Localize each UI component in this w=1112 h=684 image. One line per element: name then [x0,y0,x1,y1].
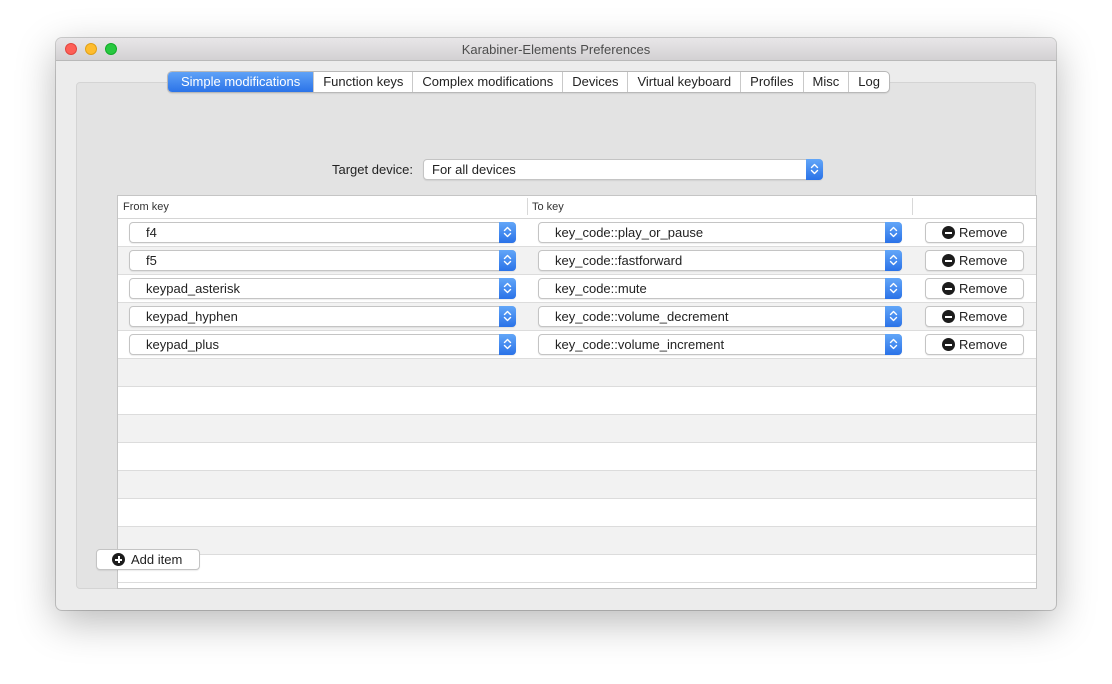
modifications-table: From key To key f4 key_code::play_or_paus… [117,195,1037,589]
from-key-select[interactable]: f5 [129,250,516,271]
tab-virtual-keyboard[interactable]: Virtual keyboard [627,72,740,92]
table-row: f4 key_code::play_or_pause Remove [118,219,1036,247]
chevron-up-down-icon [499,250,516,271]
column-divider [912,198,913,215]
table-row: keypad_asterisk key_code::mute Remove [118,275,1036,303]
tab-profiles[interactable]: Profiles [740,72,802,92]
title-bar: Karabiner-Elements Preferences [56,38,1056,61]
table-row: f5 key_code::fastforward Remove [118,247,1036,275]
from-key-select[interactable]: keypad_asterisk [129,278,516,299]
tab-function-keys[interactable]: Function keys [313,72,412,92]
remove-label: Remove [959,337,1008,352]
tab-simple-modifications[interactable]: Simple modifications [168,72,314,92]
target-device-label: Target device: [332,162,413,177]
remove-label: Remove [959,225,1008,240]
window-title: Karabiner-Elements Preferences [461,42,651,57]
tab-devices[interactable]: Devices [562,72,627,92]
chevron-up-down-icon [499,278,516,299]
plus-circle-icon [112,553,125,566]
remove-button[interactable]: Remove [925,306,1024,327]
from-key-value: keypad_plus [146,337,219,352]
chevron-up-down-icon [499,334,516,355]
empty-table-row [118,555,1036,583]
to-key-value: key_code::volume_increment [555,337,725,352]
to-key-select[interactable]: key_code::volume_decrement [538,306,902,327]
remove-button[interactable]: Remove [925,222,1024,243]
chevron-up-down-icon [499,306,516,327]
from-key-select[interactable]: keypad_plus [129,334,516,355]
empty-table-row [118,415,1036,443]
chevron-up-down-icon [885,306,902,327]
table-row: keypad_plus key_code::volume_increment Rem… [118,331,1036,359]
tab-content-panel: Target device: For all devices From key … [76,82,1037,589]
chevron-up-down-icon [885,334,902,355]
to-key-select[interactable]: key_code::mute [538,278,902,299]
tab-log[interactable]: Log [848,72,889,92]
from-key-select[interactable]: f4 [129,222,516,243]
minus-circle-icon [942,338,955,351]
chevron-up-down-icon [885,222,902,243]
remove-label: Remove [959,281,1008,296]
to-key-value: key_code::play_or_pause [555,225,704,240]
chevron-up-down-icon [806,159,823,180]
empty-table-row [118,471,1036,499]
table-row: keypad_hyphen key_code::volume_decrement R… [118,303,1036,331]
from-key-value: f5 [146,253,157,268]
remove-button[interactable]: Remove [925,334,1024,355]
target-device-value: For all devices [432,162,516,177]
column-divider [527,198,528,215]
tab-bar: Simple modifications Function keys Complex… [167,71,890,93]
empty-table-row [118,359,1036,387]
empty-table-row [118,499,1036,527]
from-key-value: keypad_hyphen [146,309,238,324]
to-key-select[interactable]: key_code::play_or_pause [538,222,902,243]
remove-button[interactable]: Remove [925,250,1024,271]
to-key-value: key_code::mute [555,281,647,296]
remove-label: Remove [959,309,1008,324]
chevron-up-down-icon [499,222,516,243]
chevron-up-down-icon [885,250,902,271]
minus-circle-icon [942,254,955,267]
preferences-window: Karabiner-Elements Preferences Target de… [56,38,1056,610]
add-item-button[interactable]: Add item [96,549,200,570]
remove-label: Remove [959,253,1008,268]
empty-table-row [118,387,1036,415]
chevron-up-down-icon [885,278,902,299]
tab-complex-modifications[interactable]: Complex modifications [412,72,562,92]
remove-button[interactable]: Remove [925,278,1024,299]
column-header-from-key[interactable]: From key [123,201,169,213]
from-key-value: f4 [146,225,157,240]
from-key-value: keypad_asterisk [146,281,240,296]
to-key-select[interactable]: key_code::fastforward [538,250,902,271]
minus-circle-icon [942,310,955,323]
empty-table-row [118,443,1036,471]
add-item-label: Add item [131,552,183,567]
to-key-value: key_code::volume_decrement [555,309,729,324]
minus-circle-icon [942,226,955,239]
to-key-value: key_code::fastforward [555,253,683,268]
column-header-to-key[interactable]: To key [532,201,564,213]
minus-circle-icon [942,282,955,295]
target-device-select[interactable]: For all devices [423,159,823,180]
to-key-select[interactable]: key_code::volume_increment [538,334,902,355]
table-header: From key To key [118,196,1036,219]
empty-table-row [118,527,1036,555]
tab-misc[interactable]: Misc [802,72,849,92]
from-key-select[interactable]: keypad_hyphen [129,306,516,327]
